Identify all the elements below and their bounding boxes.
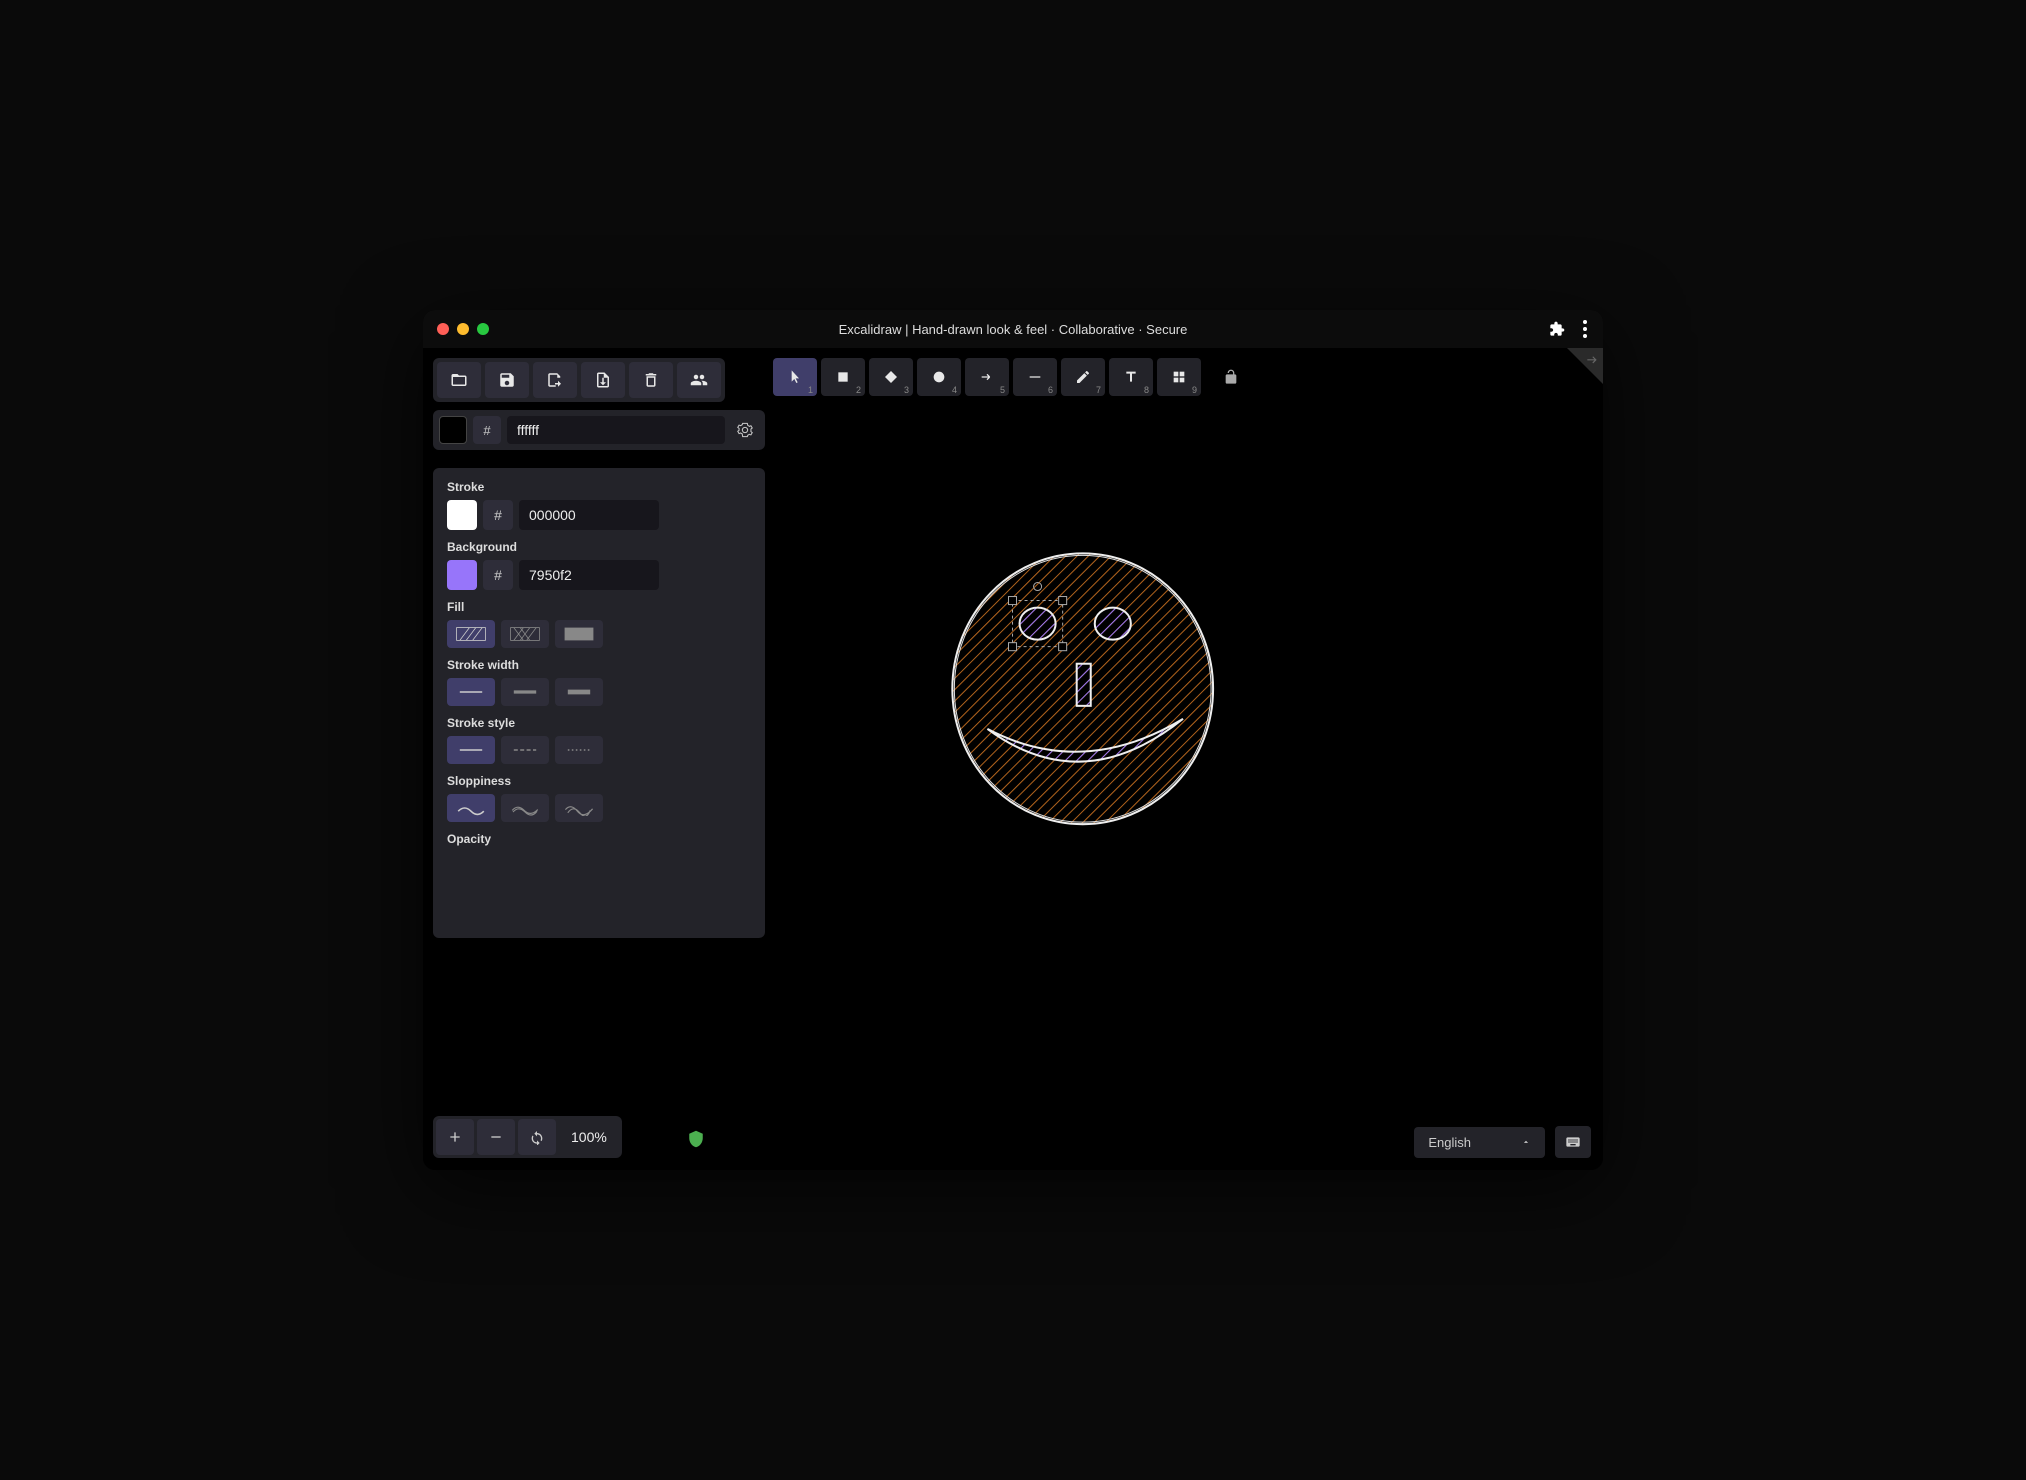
minimize-window[interactable] <box>457 323 469 335</box>
canvas-color-picker: # <box>433 410 765 450</box>
canvas[interactable] <box>773 408 1593 1110</box>
hash-label: # <box>483 560 513 590</box>
style-dotted[interactable] <box>555 736 603 764</box>
width-thin[interactable] <box>447 678 495 706</box>
close-window[interactable] <box>437 323 449 335</box>
canvas-color-input[interactable] <box>507 416 725 444</box>
github-corner[interactable] <box>1567 348 1603 384</box>
encrypted-icon <box>687 1130 705 1148</box>
zoom-reset-button[interactable] <box>518 1119 556 1155</box>
titlebar: Excalidraw | Hand-drawn look & feel · Co… <box>423 310 1603 348</box>
bg-color-input[interactable] <box>519 560 659 590</box>
save-as-button[interactable] <box>533 362 577 398</box>
width-medium[interactable] <box>501 678 549 706</box>
app-content: 1 2 3 4 5 6 7 8 9 # Stroke # Background <box>423 348 1603 1170</box>
settings-icon[interactable] <box>731 416 759 444</box>
background-label: Background <box>447 540 751 554</box>
zoom-in-button[interactable] <box>436 1119 474 1155</box>
zoom-out-button[interactable] <box>477 1119 515 1155</box>
fill-cross[interactable] <box>501 620 549 648</box>
tool-line[interactable]: 6 <box>1013 358 1057 396</box>
collaborate-button[interactable] <box>677 362 721 398</box>
language-label: English <box>1428 1135 1471 1150</box>
window-title: Excalidraw | Hand-drawn look & feel · Co… <box>423 322 1603 337</box>
stroke-color-input[interactable] <box>519 500 659 530</box>
export-button[interactable] <box>581 362 625 398</box>
tool-text[interactable]: 8 <box>1109 358 1153 396</box>
fill-label: Fill <box>447 600 751 614</box>
tool-ellipse[interactable]: 4 <box>917 358 961 396</box>
sloppiness-label: Sloppiness <box>447 774 751 788</box>
stroke-label: Stroke <box>447 480 751 494</box>
slop-cartoonist[interactable] <box>555 794 603 822</box>
stroke-swatch[interactable] <box>447 500 477 530</box>
app-window: Excalidraw | Hand-drawn look & feel · Co… <box>423 310 1603 1170</box>
bg-swatch[interactable] <box>447 560 477 590</box>
shape-toolbar: 1 2 3 4 5 6 7 8 9 <box>773 358 1249 396</box>
tool-diamond[interactable]: 3 <box>869 358 913 396</box>
maximize-window[interactable] <box>477 323 489 335</box>
stroke-style-label: Stroke style <box>447 716 751 730</box>
clear-canvas-button[interactable] <box>629 362 673 398</box>
width-thick[interactable] <box>555 678 603 706</box>
style-dashed[interactable] <box>501 736 549 764</box>
footer-right: English <box>1414 1126 1591 1158</box>
slop-architect[interactable] <box>447 794 495 822</box>
tool-library[interactable]: 9 <box>1157 358 1201 396</box>
language-select[interactable]: English <box>1414 1127 1545 1158</box>
more-menu-icon[interactable] <box>1581 318 1589 340</box>
lock-button[interactable] <box>1213 358 1249 396</box>
zoom-level[interactable]: 100% <box>559 1129 619 1145</box>
file-toolbar <box>433 358 725 402</box>
canvas-bg-swatch[interactable] <box>439 416 467 444</box>
style-solid[interactable] <box>447 736 495 764</box>
zoom-controls: 100% <box>433 1116 622 1158</box>
tool-rectangle[interactable]: 2 <box>821 358 865 396</box>
hash-label: # <box>473 416 501 444</box>
properties-panel: Stroke # Background # Fill Stroke width <box>433 468 765 938</box>
hash-label: # <box>483 500 513 530</box>
opacity-label: Opacity <box>447 832 751 846</box>
tool-arrow[interactable]: 5 <box>965 358 1009 396</box>
extensions-icon[interactable] <box>1549 321 1565 337</box>
stroke-width-label: Stroke width <box>447 658 751 672</box>
window-controls <box>437 323 489 335</box>
save-button[interactable] <box>485 362 529 398</box>
fill-hachure[interactable] <box>447 620 495 648</box>
slop-artist[interactable] <box>501 794 549 822</box>
tool-draw[interactable]: 7 <box>1061 358 1105 396</box>
tool-selection[interactable]: 1 <box>773 358 817 396</box>
open-button[interactable] <box>437 362 481 398</box>
fill-solid[interactable] <box>555 620 603 648</box>
keyboard-shortcuts-button[interactable] <box>1555 1126 1591 1158</box>
